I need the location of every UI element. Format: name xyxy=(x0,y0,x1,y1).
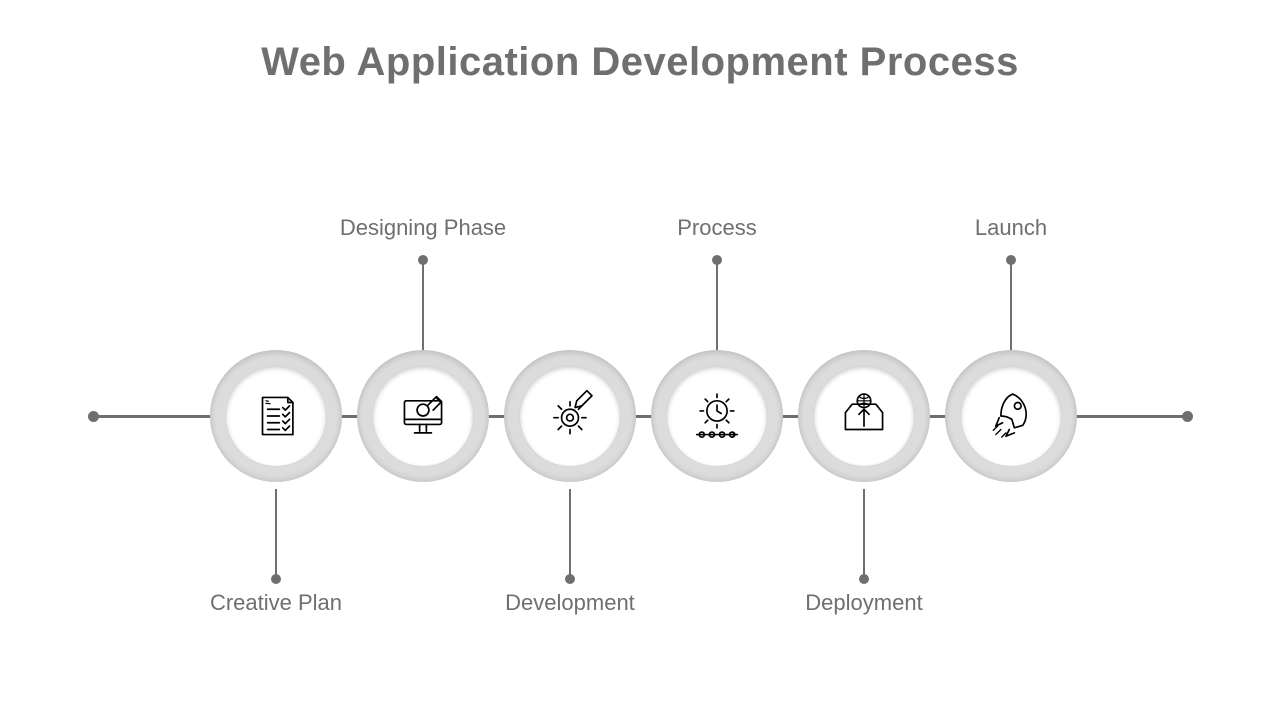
connector-dot xyxy=(712,255,722,265)
connector-pin xyxy=(716,260,718,350)
deploy-icon xyxy=(814,366,914,466)
step-label: Designing Phase xyxy=(323,215,523,241)
step-label: Launch xyxy=(911,215,1111,241)
process-node xyxy=(651,350,783,482)
step-label: Development xyxy=(470,590,670,616)
checklist-icon xyxy=(226,366,326,466)
connector-dot xyxy=(418,255,428,265)
connector-pin xyxy=(422,260,424,350)
axis-end-dot xyxy=(1182,411,1193,422)
connector-dot xyxy=(565,574,575,584)
step-label: Creative Plan xyxy=(176,590,376,616)
axis-start-dot xyxy=(88,411,99,422)
design-icon xyxy=(373,366,473,466)
slide: Web Application Development Process Crea… xyxy=(0,0,1280,720)
connector-dot xyxy=(271,574,281,584)
process-node xyxy=(210,350,342,482)
step-label: Process xyxy=(617,215,817,241)
connector-pin xyxy=(569,489,571,579)
rocket-icon xyxy=(961,366,1061,466)
process-node xyxy=(798,350,930,482)
connector-pin xyxy=(275,489,277,579)
connector-dot xyxy=(1006,255,1016,265)
connector-pin xyxy=(1010,260,1012,350)
connector-dot xyxy=(859,574,869,584)
process-node xyxy=(945,350,1077,482)
process-icon xyxy=(667,366,767,466)
process-node xyxy=(504,350,636,482)
step-label: Deployment xyxy=(764,590,964,616)
process-node xyxy=(357,350,489,482)
connector-pin xyxy=(863,489,865,579)
gear-pencil-icon xyxy=(520,366,620,466)
process-diagram: Creative PlanDesigning PhaseDevelopmentP… xyxy=(0,190,1280,610)
slide-title: Web Application Development Process xyxy=(0,40,1280,85)
